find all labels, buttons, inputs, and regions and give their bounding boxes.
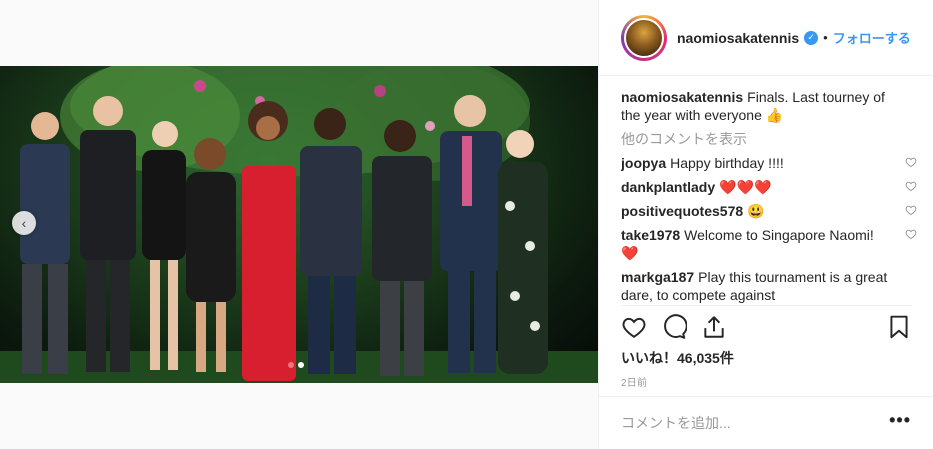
- comment-text: 😃: [747, 203, 765, 219]
- comment-row: positivequotes578 😃: [621, 202, 917, 220]
- comment-text: ❤️❤️❤️: [719, 179, 772, 195]
- verified-icon: ✓: [804, 30, 819, 45]
- comments-list: naomiosakatennis Finals. Last tourney of …: [621, 88, 917, 304]
- photo-area: ‹: [0, 0, 598, 449]
- chevron-left-icon: ‹: [21, 215, 27, 231]
- carousel-dot-active: [298, 362, 304, 368]
- comment-like-heart-icon[interactable]: [905, 228, 917, 240]
- add-comment-input[interactable]: コメントを追加...: [621, 413, 731, 433]
- comment-username[interactable]: markga187: [621, 269, 694, 285]
- divider: [621, 305, 912, 306]
- caption: naomiosakatennis Finals. Last tourney of …: [621, 88, 917, 124]
- header-username[interactable]: naomiosakatennis: [677, 30, 799, 46]
- comment-row: joopya Happy birthday !!!!: [621, 154, 917, 172]
- heart-icon[interactable]: [621, 314, 647, 340]
- follow-button[interactable]: フォローする: [833, 28, 911, 47]
- post-photo[interactable]: [0, 66, 598, 383]
- likes-count[interactable]: いいね！46,035件: [621, 348, 734, 368]
- share-icon[interactable]: [701, 314, 727, 340]
- instagram-post-view: ‹ naomiosakatennis ✓ • フォローする naomiosaka…: [0, 0, 933, 449]
- comment-like-heart-icon[interactable]: [905, 180, 917, 192]
- more-options-button[interactable]: •••: [889, 410, 911, 431]
- comment-row: take1978 Welcome to Singapore Naomi! ❤️: [621, 226, 917, 262]
- group-photo-illustration: [0, 66, 598, 383]
- comment-username[interactable]: positivequotes578: [621, 203, 743, 219]
- avatar-image: [624, 17, 664, 58]
- action-bar: [621, 314, 912, 344]
- avatar[interactable]: [621, 14, 667, 61]
- post-side-panel: naomiosakatennis ✓ • フォローする naomiosakate…: [598, 0, 933, 449]
- comment-text: Happy birthday !!!!: [670, 155, 784, 171]
- post-header: naomiosakatennis ✓ • フォローする: [599, 0, 933, 76]
- comment-row: dankplantlady ❤️❤️❤️: [621, 178, 917, 196]
- caption-username[interactable]: naomiosakatennis: [621, 89, 743, 105]
- comment-like-heart-icon[interactable]: [905, 156, 917, 168]
- comment-username[interactable]: joopya: [621, 155, 666, 171]
- carousel-dot: [288, 362, 294, 368]
- comment-icon[interactable]: [661, 314, 687, 340]
- divider: [599, 396, 933, 397]
- comment-like-heart-icon[interactable]: [905, 204, 917, 216]
- comment-row: markga187 Play this tournament is a great…: [621, 268, 917, 304]
- post-timestamp[interactable]: 2日前: [621, 374, 647, 389]
- comment-username[interactable]: dankplantlady: [621, 179, 715, 195]
- bookmark-icon[interactable]: [886, 314, 912, 340]
- carousel-dots: [288, 362, 304, 368]
- view-more-comments-link[interactable]: 他のコメントを表示: [621, 130, 917, 148]
- previous-image-button[interactable]: ‹: [12, 211, 36, 235]
- comment-username[interactable]: take1978: [621, 227, 680, 243]
- header-separator: •: [823, 30, 828, 45]
